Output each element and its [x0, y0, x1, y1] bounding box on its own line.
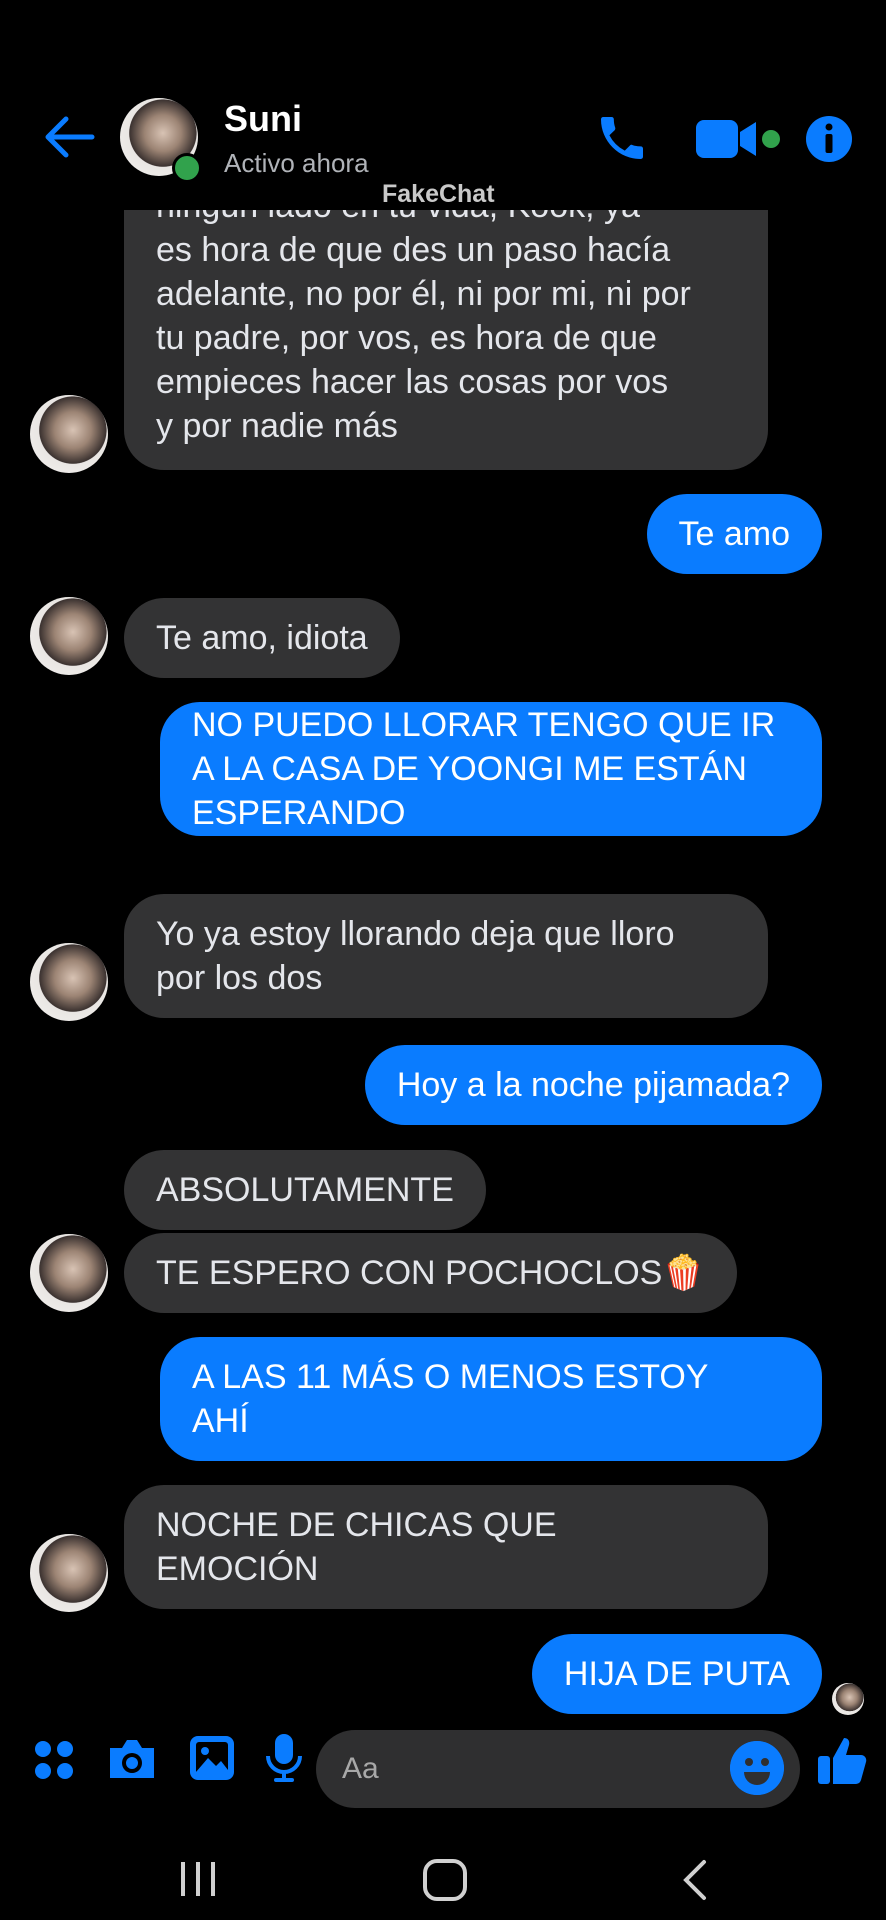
- sender-avatar[interactable]: [30, 597, 108, 675]
- chat-header: Suni Activo ahora: [0, 0, 886, 210]
- info-icon[interactable]: [804, 114, 854, 164]
- outgoing-message-bubble[interactable]: A LAS 11 MÁS O MENOS ESTOY AHÍ: [160, 1337, 822, 1461]
- outgoing-message-bubble[interactable]: Te amo: [646, 494, 822, 574]
- like-icon[interactable]: [816, 1734, 868, 1786]
- seen-receipt-avatar: [832, 1683, 864, 1715]
- message-text-line: Te amo: [678, 515, 791, 553]
- incoming-message-bubble[interactable]: NOCHE DE CHICAS QUE EMOCIÓN: [124, 1485, 768, 1609]
- message-text-line: TE ESPERO CON POCHOCLOS🍿: [156, 1254, 705, 1292]
- sender-avatar[interactable]: [30, 1234, 108, 1312]
- message-text-line: ABSOLUTAMENTE: [156, 1171, 454, 1209]
- message-text-line: y por nadie más: [156, 407, 398, 445]
- incoming-message-bubble[interactable]: TE ESPERO CON POCHOCLOS🍿: [124, 1233, 737, 1313]
- message-text-line: Te amo, idiota: [156, 619, 368, 657]
- phone-call-icon[interactable]: [594, 110, 650, 166]
- message-text-line: A LAS 11 MÁS O MENOS ESTOY: [192, 1358, 709, 1396]
- message-text-line: Yo ya estoy llorando deja que lloro: [156, 915, 675, 953]
- message-text-line: NOCHE DE CHICAS QUE: [156, 1506, 557, 1544]
- message-input-placeholder: Aa: [342, 1752, 379, 1785]
- sender-avatar[interactable]: [30, 943, 108, 1021]
- system-navbar: [0, 1820, 886, 1920]
- incoming-message-bubble[interactable]: Yo ya estoy llorando deja que lloro por l…: [124, 894, 768, 1018]
- video-active-dot: [762, 130, 780, 148]
- back-arrow-icon[interactable]: [40, 112, 96, 162]
- message-text-line: A LA CASA DE YOONGI ME ESTÁN: [192, 750, 747, 788]
- watermark: FakeChat: [382, 180, 495, 208]
- home-icon[interactable]: [422, 1858, 468, 1902]
- emoji-icon[interactable]: [730, 1741, 784, 1795]
- message-text-line: AHÍ: [192, 1402, 249, 1440]
- message-list[interactable]: ningún lado en tu vida, Kook, yaes hora …: [0, 0, 886, 1720]
- online-status-dot: [172, 153, 202, 183]
- message-text-line: NO PUEDO LLORAR TENGO QUE IR: [192, 706, 776, 744]
- message-text-line: tu padre, por vos, es hora de que: [156, 319, 657, 357]
- microphone-icon[interactable]: [264, 1732, 304, 1784]
- sender-avatar[interactable]: [30, 1534, 108, 1612]
- recent-apps-icon[interactable]: [178, 1860, 218, 1898]
- message-text-line: empieces hacer las cosas por vos: [156, 363, 669, 401]
- gallery-icon[interactable]: [188, 1734, 236, 1782]
- back-nav-icon[interactable]: [678, 1858, 710, 1902]
- message-text-line: EMOCIÓN: [156, 1550, 319, 1588]
- incoming-message-bubble[interactable]: ABSOLUTAMENTE: [124, 1150, 486, 1230]
- message-text-line: ESPERANDO: [192, 794, 406, 832]
- message-input[interactable]: [316, 1730, 800, 1808]
- message-text-line: Hoy a la noche pijamada?: [396, 1066, 790, 1104]
- video-call-icon[interactable]: [696, 118, 760, 160]
- outgoing-message-bubble[interactable]: HIJA DE PUTA: [531, 1634, 822, 1714]
- apps-icon[interactable]: [32, 1738, 76, 1782]
- message-text-line: por los dos: [156, 959, 323, 997]
- message-text-line: adelante, no por él, ni por mi, ni por: [156, 275, 691, 313]
- message-text-line: HIJA DE PUTA: [563, 1655, 790, 1693]
- outgoing-message-bubble[interactable]: Hoy a la noche pijamada?: [364, 1045, 822, 1125]
- sender-avatar[interactable]: [30, 395, 108, 473]
- camera-icon[interactable]: [106, 1736, 158, 1782]
- contact-name[interactable]: Suni: [224, 98, 302, 140]
- contact-status: Activo ahora: [224, 148, 369, 178]
- message-text-line: es hora de que des un paso hacía: [156, 231, 671, 269]
- outgoing-message-bubble[interactable]: NO PUEDO LLORAR TENGO QUE IR A LA CASA DE…: [160, 702, 822, 836]
- incoming-message-bubble[interactable]: Te amo, idiota: [124, 598, 400, 678]
